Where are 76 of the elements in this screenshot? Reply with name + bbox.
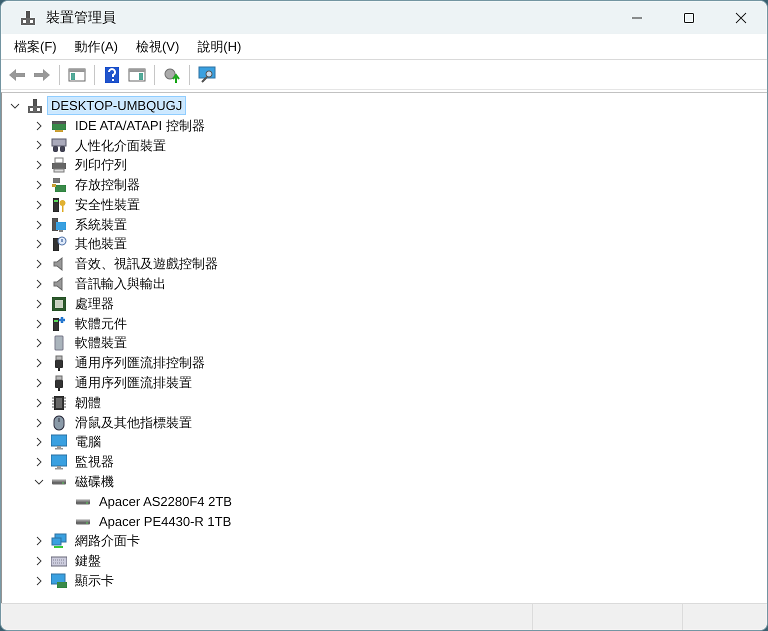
key-device-icon — [51, 196, 67, 213]
computer-icon — [27, 98, 43, 114]
monitor-icon — [51, 454, 67, 470]
tree-item[interactable]: 軟體元件 — [71, 312, 131, 335]
expand-chevron-icon[interactable] — [34, 358, 44, 368]
monitor-icon — [51, 434, 67, 450]
drive-icon — [75, 498, 91, 505]
tree-item[interactable]: 軟體裝置 — [71, 332, 131, 354]
maximize-icon — [683, 12, 695, 24]
menu-item[interactable]: 檢視(V) — [126, 34, 188, 58]
tree-item[interactable]: 監視器 — [71, 451, 118, 474]
expand-chevron-icon[interactable] — [34, 239, 44, 250]
tree-item[interactable]: 列印佇列 — [71, 154, 131, 176]
expand-chevron-icon[interactable] — [34, 140, 44, 150]
expand-chevron-icon[interactable] — [34, 259, 44, 270]
computer-icon — [20, 10, 36, 26]
expand-chevron-icon[interactable] — [34, 318, 44, 329]
expand-chevron-icon[interactable] — [34, 398, 44, 408]
software-component-icon — [51, 316, 67, 332]
processor-icon — [51, 296, 67, 312]
network-icon — [51, 533, 67, 550]
tree-item[interactable]: 顯示卡 — [71, 570, 118, 592]
tree-item[interactable]: 音效、視訊及遊戲控制器 — [71, 253, 222, 276]
expand-chevron-icon[interactable] — [34, 200, 44, 210]
expand-chevron-icon[interactable] — [34, 418, 44, 428]
expand-chevron-icon[interactable] — [34, 437, 44, 448]
expand-chevron-icon[interactable] — [34, 457, 44, 468]
tree-item[interactable]: 通用序列匯流排控制器 — [71, 352, 209, 374]
computer-monitor-icon — [51, 216, 67, 233]
expand-chevron-icon[interactable] — [34, 338, 44, 348]
expand-chevron-icon[interactable] — [34, 160, 44, 170]
expand-chevron-icon[interactable] — [34, 220, 44, 230]
display-adapter-icon — [51, 573, 67, 590]
tree-item[interactable]: 安全性裝置 — [71, 194, 144, 216]
expand-chevron-icon[interactable] — [34, 576, 44, 586]
expand-chevron-icon[interactable] — [34, 556, 44, 566]
menu-item[interactable]: 檔案(F) — [5, 34, 66, 58]
expand-chevron-icon[interactable] — [34, 536, 44, 546]
expand-chevron-icon[interactable] — [34, 378, 44, 388]
tree-item[interactable]: 存放控制器 — [71, 174, 144, 196]
window-title: 裝置管理員 — [46, 8, 116, 26]
tree-item[interactable]: 音訊輸入與輸出 — [71, 273, 170, 296]
collapse-chevron-icon[interactable] — [10, 100, 20, 111]
tree-item[interactable]: IDE ATA/ATAPI 控制器 — [71, 114, 209, 137]
tree-item[interactable]: 系統裝置 — [71, 214, 131, 236]
expand-chevron-icon[interactable] — [34, 120, 44, 131]
right-arrow-icon — [33, 66, 51, 82]
drive-icon — [51, 479, 67, 486]
drive-icon — [75, 518, 91, 525]
unknown-device-icon — [51, 236, 67, 252]
tree-item[interactable]: 人性化介面裝置 — [71, 134, 170, 156]
expand-chevron-icon[interactable] — [34, 180, 44, 190]
tree-item[interactable]: 滑鼠及其他指標裝置 — [71, 412, 196, 434]
tree-item[interactable]: Apacer AS2280F4 2TB — [95, 492, 236, 512]
tree-item[interactable]: 鍵盤 — [71, 550, 105, 572]
tree-item[interactable]: 磁碟機 — [71, 471, 118, 494]
close-icon — [735, 12, 747, 24]
left-arrow-icon — [8, 66, 26, 82]
tree-item[interactable]: 韌體 — [71, 392, 105, 414]
controller-card-icon — [51, 177, 67, 194]
tree-item[interactable]: DESKTOP-UMBQUGJ — [47, 96, 186, 116]
tree-item[interactable]: 通用序列匯流排裝置 — [71, 372, 196, 394]
menu-item[interactable]: 動作(A) — [66, 34, 127, 58]
tree-item[interactable]: Apacer PE4430-R 1TB — [95, 512, 236, 532]
expand-chevron-icon[interactable] — [34, 279, 44, 290]
tree-item[interactable]: 電腦 — [71, 431, 105, 454]
collapse-chevron-icon[interactable] — [34, 477, 44, 488]
printer-icon — [51, 157, 67, 174]
mouse-icon — [51, 414, 67, 431]
expand-chevron-icon[interactable] — [34, 298, 44, 309]
chip-icon — [51, 394, 67, 411]
menu-item[interactable]: 說明(H) — [188, 34, 250, 58]
keyboard-mouse-icon — [51, 137, 67, 154]
tree-item[interactable]: 網路介面卡 — [71, 530, 144, 552]
tree-item[interactable]: 其他裝置 — [71, 233, 131, 256]
tree-item[interactable]: 處理器 — [71, 292, 118, 315]
